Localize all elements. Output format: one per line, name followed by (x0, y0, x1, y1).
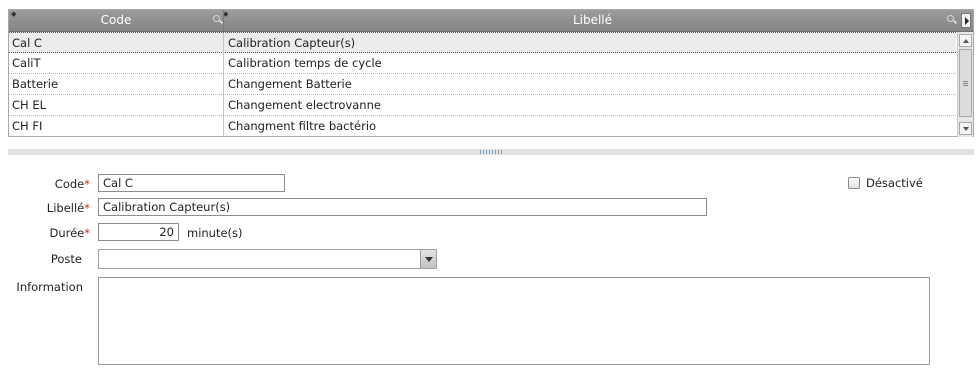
code-field[interactable] (98, 174, 285, 192)
panel-splitter[interactable] (8, 149, 974, 155)
scroll-up-icon[interactable] (959, 34, 972, 47)
table-row[interactable]: Cal C Calibration Capteur(s) (9, 32, 956, 53)
duree-label: Durée* (49, 226, 90, 240)
search-icon[interactable] (213, 15, 224, 25)
column-header-libelle[interactable]: Libellé (223, 10, 961, 31)
grid-body: Cal C Calibration Capteur(s) CaliT Calib… (9, 32, 956, 137)
chevron-down-icon[interactable] (420, 250, 436, 268)
cell-code: Batterie (12, 77, 59, 91)
information-label: Information (16, 280, 83, 294)
required-mark: * (84, 177, 90, 191)
cell-libelle: Changment filtre bactério (223, 116, 956, 136)
required-mark: * (84, 226, 90, 240)
cell-code: CaliT (12, 56, 41, 70)
cell-libelle: Calibration Capteur(s) (223, 33, 956, 53)
grid-header: ◆ Code ◆ Libellé (9, 10, 973, 32)
search-icon[interactable] (947, 15, 958, 25)
codes-grid: ◆ Code ◆ Libellé Cal C Calibration Capte… (8, 9, 974, 137)
table-row[interactable]: CaliT Calibration temps de cycle (9, 53, 956, 74)
column-menu-icon[interactable] (961, 13, 971, 28)
code-label: Code* (54, 177, 90, 191)
cell-libelle: Changement electrovanne (223, 95, 956, 115)
cell-libelle: Changement Batterie (223, 74, 956, 94)
column-header-code[interactable]: Code (9, 10, 223, 31)
column-header-code-label: Code (100, 13, 132, 27)
desactive-label: Désactivé (866, 176, 923, 190)
desactive-checkbox[interactable] (848, 177, 860, 189)
required-mark: * (84, 201, 90, 215)
grid-scrollbar[interactable] (957, 32, 973, 137)
cell-code: CH EL (12, 98, 47, 112)
duree-field[interactable] (98, 223, 179, 241)
libelle-label: Libellé* (46, 201, 90, 215)
cell-code: CH FI (12, 119, 43, 133)
column-header-libelle-label: Libellé (572, 13, 613, 27)
cell-libelle: Calibration temps de cycle (223, 53, 956, 73)
poste-label: Poste (50, 252, 82, 266)
table-row[interactable]: CH EL Changement electrovanne (9, 95, 956, 116)
table-row[interactable]: Batterie Changement Batterie (9, 74, 956, 95)
duree-unit: minute(s) (187, 226, 243, 240)
information-field[interactable] (98, 277, 930, 365)
splitter-grip-icon[interactable] (480, 150, 502, 154)
libelle-field[interactable] (98, 198, 707, 216)
scroll-thumb[interactable] (959, 49, 972, 117)
cell-code: Cal C (12, 36, 42, 50)
scroll-down-icon[interactable] (959, 122, 972, 135)
poste-select[interactable] (98, 249, 437, 269)
table-row[interactable]: CH FI Changment filtre bactério (9, 116, 956, 137)
